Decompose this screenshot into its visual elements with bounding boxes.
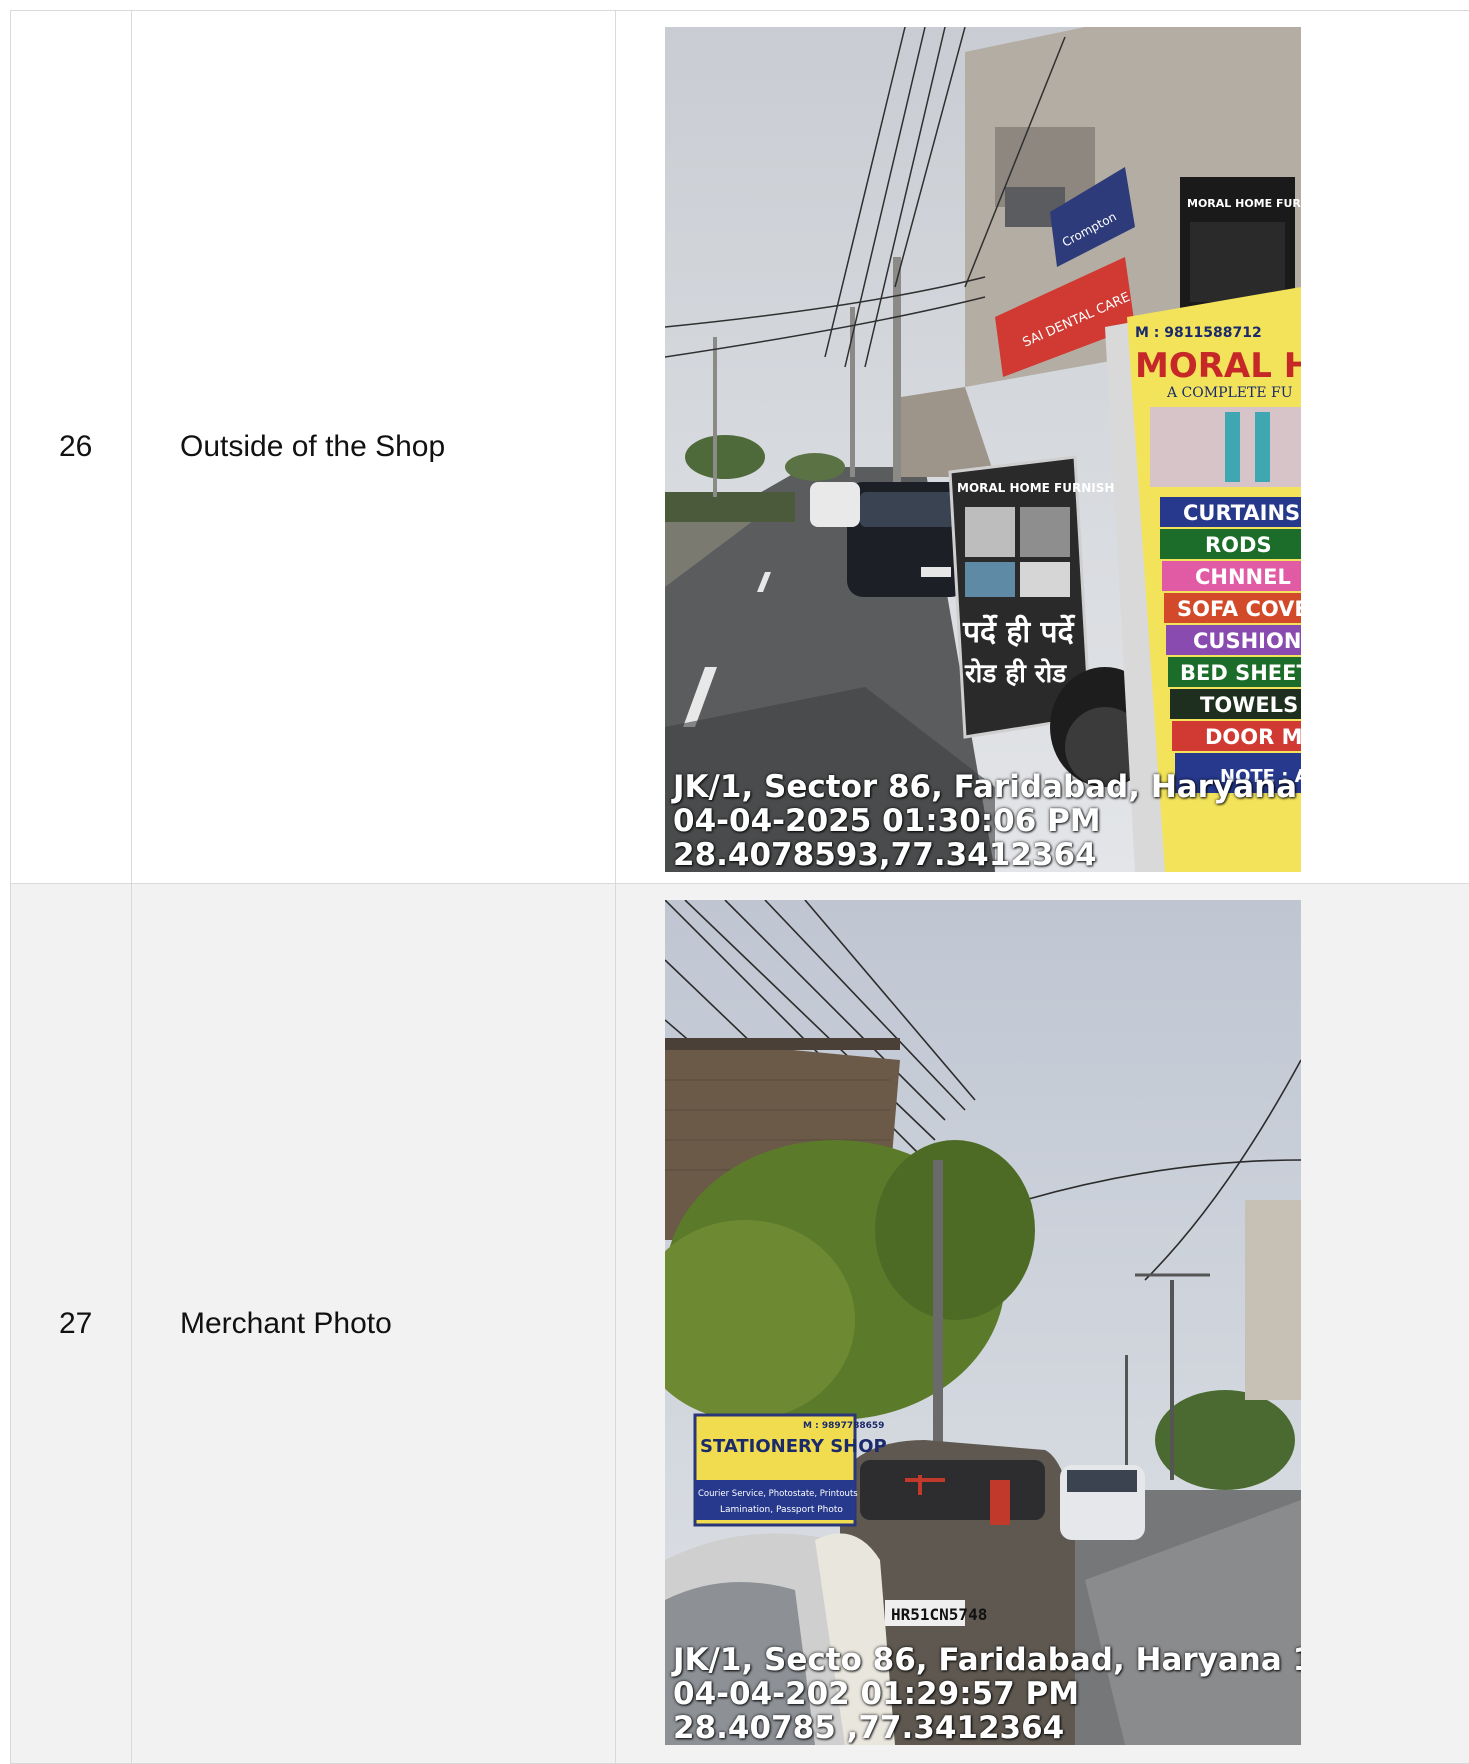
merchant-photo: HR51CN5748 M : 9897788659 STATIONERY SHO… bbox=[665, 900, 1301, 1745]
svg-text:STATIONERY SHOP: STATIONERY SHOP bbox=[700, 1436, 887, 1457]
photo-geotag-stamp: JK/1, Secto 86, Faridabad, Haryana 12100… bbox=[673, 1643, 1301, 1745]
table-row: 26 Outside of the Shop bbox=[11, 11, 1469, 884]
svg-text:SOFA COVER: SOFA COVER bbox=[1177, 597, 1301, 621]
svg-text:Courier Service, Photostate, P: Courier Service, Photostate, Printouts bbox=[698, 1489, 858, 1499]
stamp-coordinates: 28.4078593,77.3412364 bbox=[673, 838, 1301, 872]
svg-text:CUSHION: CUSHION bbox=[1193, 629, 1301, 653]
svg-text:A COMPLETE FU: A COMPLETE FU bbox=[1166, 385, 1293, 401]
row-label: Merchant Photo bbox=[132, 884, 616, 1764]
stamp-coordinates: 28.40785 ,77.3412364 bbox=[673, 1711, 1301, 1745]
svg-text:Lamination, Passport Photo: Lamination, Passport Photo bbox=[720, 1505, 843, 1515]
svg-text:MORAL HOME FURNISHING: MORAL HOME FURNISHING bbox=[1187, 197, 1301, 210]
svg-text:RODS: RODS bbox=[1205, 533, 1272, 557]
stamp-address: JK/1, Sector 86, Faridabad, Haryana 1210… bbox=[673, 770, 1301, 804]
svg-text:BED SHEET: BED SHEET bbox=[1180, 661, 1301, 685]
svg-text:CHNNEL: CHNNEL bbox=[1195, 565, 1291, 589]
svg-text:CURTAINS: CURTAINS bbox=[1183, 501, 1300, 525]
photo-geotag-stamp: JK/1, Sector 86, Faridabad, Haryana 1210… bbox=[673, 770, 1301, 872]
row-number: 26 bbox=[11, 11, 132, 884]
photo-cell: HR51CN5748 M : 9897788659 STATIONERY SHO… bbox=[616, 884, 1469, 1764]
row-label: Outside of the Shop bbox=[132, 11, 616, 884]
report-table: 26 Outside of the Shop bbox=[10, 10, 1469, 1764]
shop-outside-photo: Crompton SAI DENTAL CARE MORAL HOME FURN… bbox=[665, 27, 1301, 872]
svg-text:MORAL HOME: MORAL HOME bbox=[1135, 346, 1301, 386]
stamp-address: JK/1, Secto 86, Faridabad, Haryana 12100 bbox=[673, 1643, 1301, 1677]
svg-text:TOWELS: TOWELS bbox=[1200, 693, 1298, 717]
photo-cell: Crompton SAI DENTAL CARE MORAL HOME FURN… bbox=[616, 11, 1469, 884]
stamp-datetime: 04-04-2025 01:30:06 PM bbox=[673, 804, 1301, 838]
stamp-datetime: 04-04-202 01:29:57 PM bbox=[673, 1677, 1301, 1711]
svg-text:M : 9811588712: M : 9811588712 bbox=[1135, 325, 1262, 341]
row-number: 27 bbox=[11, 884, 132, 1764]
svg-text:HR51CN5748: HR51CN5748 bbox=[891, 1605, 987, 1624]
svg-text:DOOR MA: DOOR MA bbox=[1205, 725, 1301, 749]
svg-text:MORAL HOME FURNISHING: MORAL HOME FURNISHING bbox=[957, 481, 1139, 495]
table-row: 27 Merchant Photo bbox=[11, 884, 1469, 1764]
svg-text:रोड ही रोड: रोड ही रोड bbox=[964, 658, 1067, 689]
svg-text:M : 9897788659: M : 9897788659 bbox=[803, 1421, 884, 1431]
svg-text:पर्दे ही पर्दे: पर्दे ही पर्दे bbox=[962, 614, 1076, 650]
